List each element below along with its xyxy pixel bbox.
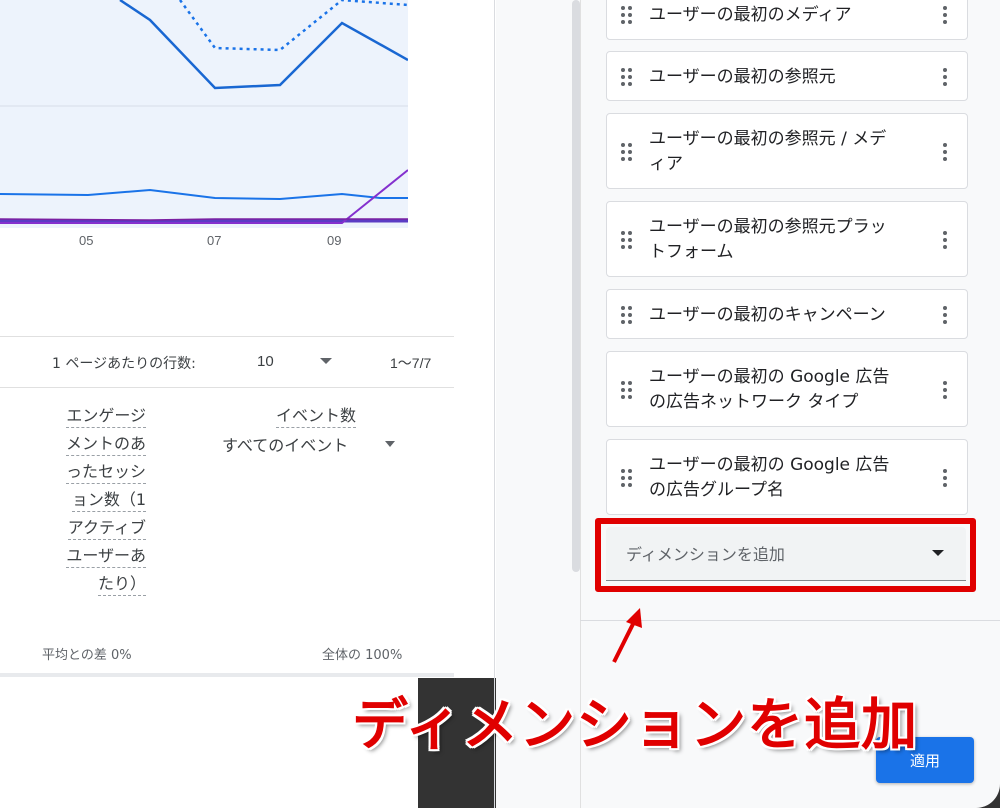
engaged-sessions-column-header[interactable]: エンゲージ メントのあ ったセッシ ョン数（1 アクティブ ユーザーあ たり） xyxy=(30,403,146,599)
callout-label: ディメンションを追加 xyxy=(352,693,919,758)
dimension-label: ユーザーの最初のキャンペーン xyxy=(649,303,921,328)
dimension-label: ユーザーの最初の参照元プラッ トフォーム xyxy=(649,215,921,265)
series-line-mid xyxy=(0,188,408,201)
header-line: ったセッシ xyxy=(65,461,146,484)
arrow-icon xyxy=(612,608,642,663)
more-vert-icon[interactable] xyxy=(943,68,947,86)
header-line: ョン数（1 xyxy=(71,489,146,512)
header-line: メントのあ xyxy=(65,433,146,456)
drag-handle-icon[interactable] xyxy=(621,231,635,249)
series-line-upper-dotted xyxy=(178,0,408,52)
rows-per-page-select[interactable]: 10 xyxy=(257,349,337,375)
dimension-label-line: ユーザーの最初のキャンペーン xyxy=(649,304,886,325)
dimension-label-line: ユーザーの最初の Google 広告 xyxy=(649,367,890,387)
drag-handle-icon[interactable] xyxy=(621,469,635,487)
drag-handle-icon[interactable] xyxy=(621,381,635,399)
dimension-item[interactable]: ユーザーの最初のメディア xyxy=(606,0,968,40)
more-vert-icon[interactable] xyxy=(943,306,947,324)
dimension-label: ユーザーの最初のメディア xyxy=(649,3,921,28)
more-vert-icon[interactable] xyxy=(943,6,947,24)
x-tick-label: 05 xyxy=(79,233,94,248)
x-tick-label: 07 xyxy=(207,233,222,248)
events-total-label: 全体の 100% xyxy=(322,648,403,663)
dimension-label-line: ユーザーの最初の参照元 / メデ xyxy=(649,129,887,149)
drag-handle-icon[interactable] xyxy=(621,306,635,324)
highlight-box xyxy=(595,518,976,592)
dimension-label-line: の広告ネットワーク タイプ xyxy=(649,392,859,412)
header-line: エンゲージ xyxy=(66,405,146,428)
more-vert-icon[interactable] xyxy=(943,469,947,487)
page-range-label: 1〜7/7 xyxy=(390,355,432,371)
dimension-label-line: ユーザーの最初の参照元 xyxy=(649,66,836,87)
more-vert-icon[interactable] xyxy=(943,381,947,399)
dimension-label: ユーザーの最初の参照元 / メデ ィア xyxy=(649,127,921,177)
event-filter-select[interactable]: すべてのイベント xyxy=(222,432,348,456)
dimension-label: ユーザーの最初の Google 広告 の広告グループ名 xyxy=(649,453,921,503)
dimension-item[interactable]: ユーザーの最初の参照元 xyxy=(606,51,968,101)
dimension-label-line: ィア xyxy=(649,154,683,174)
line-chart-svg xyxy=(0,0,408,224)
more-vert-icon[interactable] xyxy=(943,143,947,161)
more-vert-icon[interactable] xyxy=(943,231,947,249)
line-chart xyxy=(0,0,408,228)
dimension-item[interactable]: ユーザーの最初の Google 広告 の広告グループ名 xyxy=(606,439,968,515)
dimension-label-line: トフォーム xyxy=(649,242,734,262)
rows-per-page-value: 10 xyxy=(257,353,274,370)
dimension-label: ユーザーの最初の参照元 xyxy=(649,65,921,90)
series-line-upper xyxy=(119,0,408,90)
header-line: イベント数 xyxy=(275,405,356,428)
scrollbar[interactable] xyxy=(572,0,580,572)
dimension-item[interactable]: ユーザーの最初のキャンペーン xyxy=(606,289,968,339)
event-count-column-header[interactable]: イベント数 xyxy=(210,403,356,431)
header-line: たり） xyxy=(97,573,146,596)
table-divider xyxy=(0,673,454,677)
header-line: ユーザーあ xyxy=(66,545,146,568)
drag-handle-icon[interactable] xyxy=(621,143,635,161)
engaged-total-label: 平均との差 0% xyxy=(42,648,132,663)
header-line: アクティブ xyxy=(67,517,146,540)
dimension-item[interactable]: ユーザーの最初の Google 広告 の広告ネットワーク タイプ xyxy=(606,351,968,427)
dimension-item[interactable]: ユーザーの最初の参照元 / メデ ィア xyxy=(606,113,968,189)
pagination-bar: 1 ページあたりの行数: 10 1〜7/7 xyxy=(0,336,454,388)
drag-handle-icon[interactable] xyxy=(621,68,635,86)
dimension-label-line: ユーザーの最初の参照元プラッ xyxy=(649,217,887,237)
drag-handle-icon[interactable] xyxy=(621,6,635,24)
chevron-down-icon xyxy=(320,358,332,364)
chevron-down-icon[interactable] xyxy=(385,441,395,447)
rows-per-page-label: 1 ページあたりの行数: xyxy=(52,356,196,372)
x-tick-label: 09 xyxy=(327,233,342,248)
dimension-label-line: ユーザーの最初の Google 広告 xyxy=(649,455,890,475)
dimension-label: ユーザーの最初の Google 広告 の広告ネットワーク タイプ xyxy=(649,365,921,415)
dimension-label-line: ユーザーの最初のメディア xyxy=(649,4,852,25)
dimension-item[interactable]: ユーザーの最初の参照元プラッ トフォーム xyxy=(606,201,968,277)
dimension-label-line: の広告グループ名 xyxy=(649,480,784,500)
